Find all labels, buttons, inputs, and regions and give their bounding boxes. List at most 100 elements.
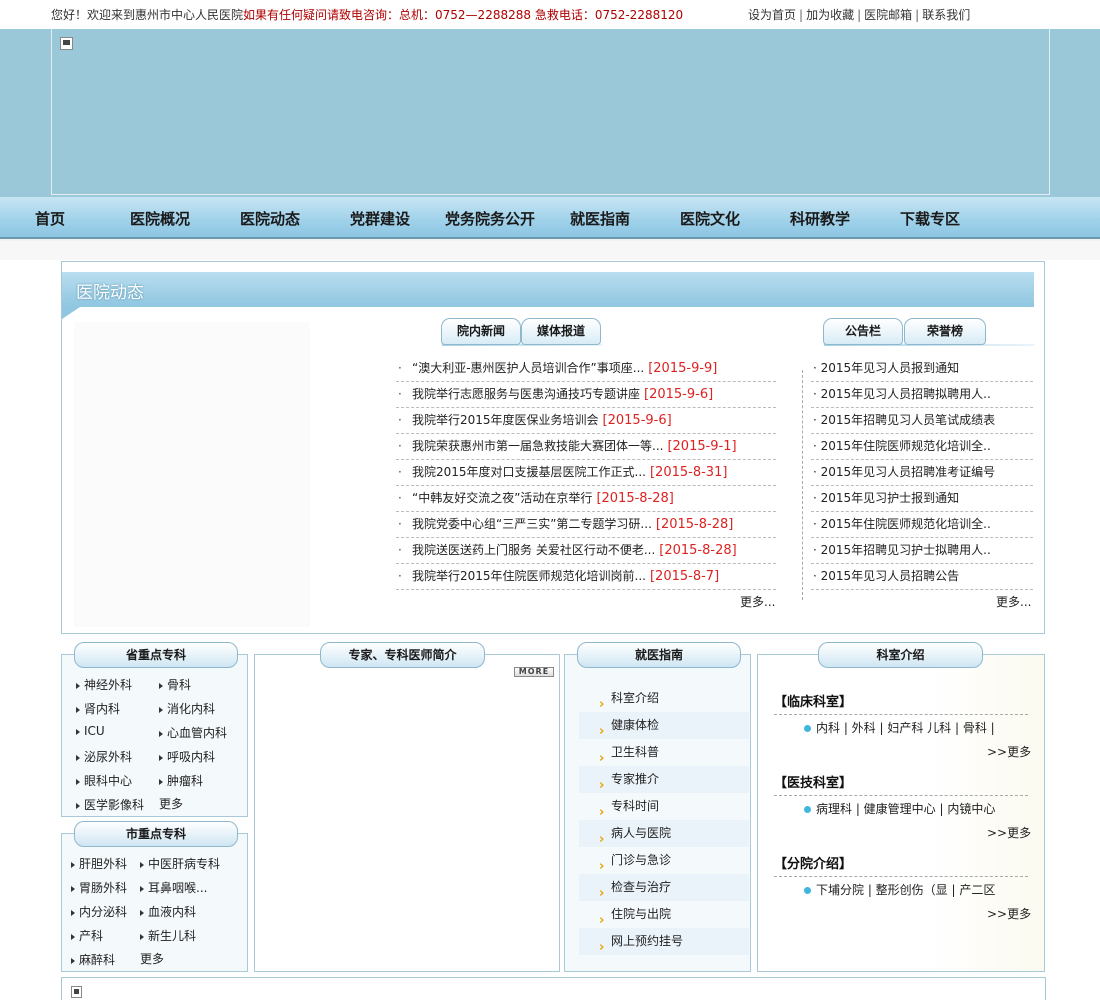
nav-overview[interactable]: 医院概况 <box>130 208 190 229</box>
hospital-email-link[interactable]: 医院邮箱 <box>864 8 912 22</box>
specialty-link[interactable]: 医学影像科 <box>76 796 144 813</box>
specialty-link[interactable]: 呼吸内科 <box>159 748 215 765</box>
specialty-link[interactable]: 血液内科 <box>140 903 196 920</box>
add-favorite-link[interactable]: 加为收藏 <box>806 8 854 22</box>
nav-culture[interactable]: 医院文化 <box>680 208 740 229</box>
notice-item[interactable]: · 2015年见习人员报到通知 <box>811 356 1033 382</box>
banner <box>51 29 1050 195</box>
notice-item[interactable]: · 2015年见习人员招聘拟聘用人.. <box>811 382 1033 408</box>
top-bar: 您好！欢迎来到惠州市中心人民医院如果有任何疑问请致电咨询：总机：0752—228… <box>0 0 1100 29</box>
dept-items[interactable]: 病理科 | 健康管理中心 | 内镜中心 <box>804 800 995 817</box>
welcome-text: 您好！欢迎来到惠州市中心人民医院如果有任何疑问请致电咨询：总机：0752—228… <box>51 8 684 22</box>
bullet-icon <box>804 887 811 894</box>
tab-honors[interactable]: 荣誉榜 <box>904 318 986 345</box>
news-header: 医院动态 <box>62 272 1034 307</box>
nav-party-building[interactable]: 党群建设 <box>350 208 410 229</box>
guide-item-departments[interactable]: › 科室介绍 <box>579 685 749 712</box>
tab-media-reports[interactable]: 媒体报道 <box>521 318 601 345</box>
news-item[interactable]: · 我院党委中心组“三严三实”第二专题学习研... [2015-8-28] <box>396 512 776 538</box>
header-corner <box>62 307 80 319</box>
arrow-icon: › <box>599 940 605 955</box>
dept-more-link[interactable]: >>更多 <box>987 824 1031 841</box>
notice-item[interactable]: · 2015年招聘见习人员笔试成绩表 <box>811 408 1033 434</box>
news-item[interactable]: · “中韩友好交流之夜”活动在京举行 [2015-8-28] <box>396 486 776 512</box>
specialty-link[interactable]: 眼科中心 <box>76 772 132 789</box>
specialty-link[interactable]: ICU <box>76 724 105 738</box>
bullet-icon <box>804 806 811 813</box>
specialty-link[interactable]: 骨科 <box>159 676 191 693</box>
dept-group-heading: 【临床科室】 <box>774 695 853 710</box>
notice-list: · 2015年见习人员报到通知 · 2015年见习人员招聘拟聘用人.. · 20… <box>811 356 1033 590</box>
specialty-link[interactable]: 心血管内科 <box>159 724 227 741</box>
dept-divider <box>774 795 1028 796</box>
dept-more-link[interactable]: >>更多 <box>987 743 1031 760</box>
footer-banner <box>61 977 1046 1000</box>
guide-item-checkup[interactable]: › 健康体检 <box>579 712 749 739</box>
news-item[interactable]: · 我院荣获惠州市第一届急救技能大赛团体一等... [2015-9-1] <box>396 434 776 460</box>
set-homepage-link[interactable]: 设为首页 <box>748 8 796 22</box>
specialty-link[interactable]: 神经外科 <box>76 676 132 693</box>
guide-item-patients[interactable]: › 病人与医院 <box>579 820 749 847</box>
nav-downloads[interactable]: 下载专区 <box>900 208 960 229</box>
guide-item-online-booking[interactable]: › 网上预约挂号 <box>579 928 749 955</box>
tab-bulletin[interactable]: 公告栏 <box>823 318 903 345</box>
provincial-more-link[interactable]: 更多 <box>159 795 183 812</box>
specialty-link[interactable]: 胃肠外科 <box>71 879 127 896</box>
nav-research[interactable]: 科研教学 <box>790 208 850 229</box>
specialty-link[interactable]: 内分泌科 <box>71 903 127 920</box>
hospital-news-panel: 医院动态 院内新闻 媒体报道 公告栏 荣誉榜 · “澳大利亚-惠州医护人员培训合作… <box>61 261 1045 634</box>
news-section-title: 医院动态 <box>76 283 144 303</box>
guide-item-admission[interactable]: › 住院与出院 <box>579 901 749 928</box>
notice-item[interactable]: · 2015年见习人员招聘公告 <box>811 564 1033 590</box>
specialty-link[interactable]: 肾内科 <box>76 700 120 717</box>
experts-more-button[interactable]: MORE <box>514 667 554 677</box>
notice-item[interactable]: · 2015年见习人员招聘准考证编号 <box>811 460 1033 486</box>
nav-gap <box>0 241 1100 260</box>
specialty-link[interactable]: 产科 <box>71 927 103 944</box>
specialty-link[interactable]: 泌尿外科 <box>76 748 132 765</box>
dept-group-heading: 【分院介绍】 <box>774 857 853 872</box>
notice-item[interactable]: · 2015年见习护士报到通知 <box>811 486 1033 512</box>
guide-item-health-education[interactable]: › 卫生科普 <box>579 739 749 766</box>
guide-item-exams[interactable]: › 检查与治疗 <box>579 874 749 901</box>
news-item[interactable]: · 我院举行志愿服务与医患沟通技巧专题讲座 [2015-9-6] <box>396 382 776 408</box>
municipal-more-link[interactable]: 更多 <box>140 950 164 967</box>
nav-home[interactable]: 首页 <box>35 208 65 229</box>
guide-item-schedule[interactable]: › 专科时间 <box>579 793 749 820</box>
news-image <box>74 322 310 627</box>
notice-item[interactable]: · 2015年住院医师规范化培训全.. <box>811 512 1033 538</box>
experts-box: MORE <box>254 654 560 972</box>
specialty-link[interactable]: 肝胆外科 <box>71 855 127 872</box>
contact-us-link[interactable]: 联系我们 <box>922 8 970 22</box>
dept-divider <box>774 714 1028 715</box>
dept-items[interactable]: 下埔分院 | 整形创伤（显 | 产二区 <box>804 881 995 898</box>
column-divider <box>802 370 803 600</box>
nav-public-affairs[interactable]: 党务院务公开 <box>445 208 535 229</box>
dept-items[interactable]: 内科 | 外科 | 妇产科 儿科 | 骨科 | <box>804 719 995 736</box>
news-item[interactable]: · 我院送医送药上门服务 关爱社区行动不便老... [2015-8-28] <box>396 538 776 564</box>
nav-news[interactable]: 医院动态 <box>240 208 300 229</box>
notices-more-link[interactable]: 更多... <box>996 593 1031 610</box>
dept-divider <box>774 876 1028 877</box>
specialty-link[interactable]: 麻醉科 <box>71 951 115 968</box>
hotline-text: 如果有任何疑问请致电咨询：总机：0752—2288288 急救电话：0752-2… <box>243 8 684 22</box>
specialty-link[interactable]: 肿瘤科 <box>159 772 203 789</box>
notice-item[interactable]: · 2015年住院医师规范化培训全.. <box>811 434 1033 460</box>
patient-guide-box: › 科室介绍 › 健康体检 › 卫生科普 › 专家推介 › 专科时间 › 病人与医院 › 门诊… <box>564 654 751 972</box>
specialty-link[interactable]: 中医肝病专科 <box>140 855 220 872</box>
guide-item-experts[interactable]: › 专家推介 <box>579 766 749 793</box>
news-item[interactable]: · 我院举行2015年度医保业务培训会 [2015-9-6] <box>396 408 776 434</box>
specialty-link[interactable]: 新生儿科 <box>140 927 196 944</box>
news-item[interactable]: · “澳大利亚-惠州医护人员培训合作”事项座... [2015-9-9] <box>396 356 776 382</box>
specialty-link[interactable]: 消化内科 <box>159 700 215 717</box>
news-item[interactable]: · 我院举行2015年住院医师规范化培训岗前... [2015-8-7] <box>396 564 776 590</box>
news-item[interactable]: · 我院2015年度对口支援基层医院工作正式... [2015-8-31] <box>396 460 776 486</box>
dept-more-link[interactable]: >>更多 <box>987 905 1031 922</box>
guide-item-outpatient[interactable]: › 门诊与急诊 <box>579 847 749 874</box>
specialty-link[interactable]: 耳鼻咽喉... <box>140 879 207 896</box>
tab-internal-news[interactable]: 院内新闻 <box>441 318 521 345</box>
news-more-link[interactable]: 更多... <box>740 593 775 610</box>
broken-image-icon <box>71 986 82 998</box>
notice-item[interactable]: · 2015年招聘见习护士拟聘用人.. <box>811 538 1033 564</box>
nav-patient-guide[interactable]: 就医指南 <box>570 208 630 229</box>
